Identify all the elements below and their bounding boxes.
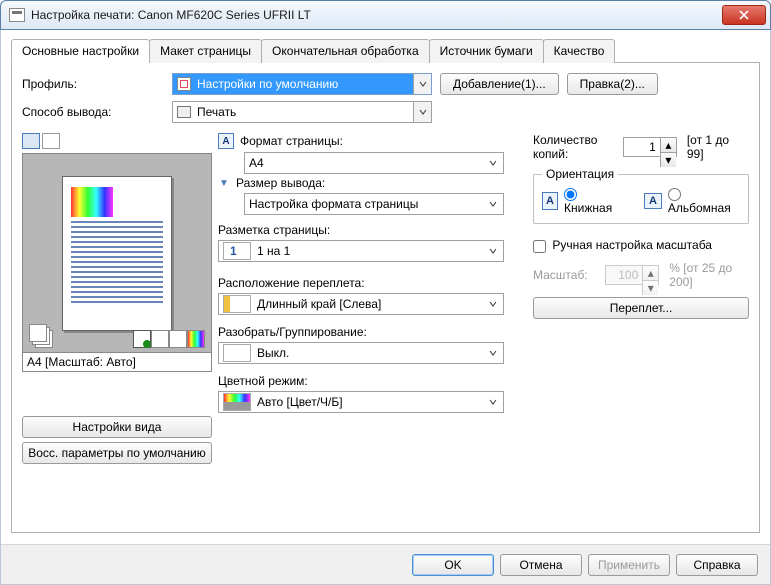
edit-profile-button[interactable]: Правка(2)... <box>567 73 658 95</box>
scale-range: % [от 25 до 200] <box>669 261 749 289</box>
chevron-down-icon <box>485 196 501 212</box>
page-size-combo[interactable]: A4 <box>244 152 504 174</box>
spin-up-icon: ▴ <box>642 266 658 281</box>
spin-up-icon[interactable]: ▴ <box>660 138 676 153</box>
tab-paper-source[interactable]: Источник бумаги <box>429 39 544 63</box>
restore-defaults-button[interactable]: Восс. параметры по умолчанию <box>22 442 212 464</box>
profile-icon <box>177 77 191 91</box>
orientation-legend: Ориентация <box>542 167 618 181</box>
color-mode-label: Цветной режим: <box>218 374 515 388</box>
chevron-down-icon <box>485 155 501 171</box>
printer-icon <box>9 8 25 22</box>
collate-label: Разобрать/Группирование: <box>218 325 515 339</box>
page-layout-combo[interactable]: 1 на 1 <box>218 240 504 262</box>
printer-icon <box>177 106 191 118</box>
profile-label: Профиль: <box>22 77 172 91</box>
profile-combo[interactable]: Настройки по умолчанию <box>172 73 432 95</box>
color-mode-icon[interactable] <box>187 330 205 348</box>
page-size-icon <box>218 133 234 149</box>
output-size-combo[interactable]: Настройка формата страницы <box>244 193 504 215</box>
binding-location-combo[interactable]: Длинный край [Слева] <box>218 293 504 315</box>
chevron-down-icon <box>413 102 431 122</box>
output-size-label: Размер вывода: <box>236 176 325 190</box>
apply-button: Применить <box>588 554 670 576</box>
layout-icon <box>223 242 251 260</box>
tab-finishing[interactable]: Окончательная обработка <box>261 39 430 63</box>
output-method-value: Печать <box>197 105 236 119</box>
tab-quality[interactable]: Качество <box>543 39 616 63</box>
chevron-down-icon <box>413 74 431 94</box>
color-icon <box>223 393 251 411</box>
page-layout-label: Разметка страницы: <box>218 223 515 237</box>
binding-icon <box>223 295 251 313</box>
gray-mode-icon[interactable] <box>151 330 169 348</box>
view-settings-button[interactable]: Настройки вида <box>22 416 212 438</box>
close-button[interactable] <box>722 5 766 25</box>
output-method-combo[interactable]: Печать <box>172 101 432 123</box>
scale-input <box>606 266 642 284</box>
help-button[interactable]: Справка <box>676 554 758 576</box>
arrow-down-icon: ▼ <box>218 178 230 189</box>
chevron-down-icon <box>485 243 501 259</box>
chevron-down-icon <box>485 296 501 312</box>
page-size-label: Формат страницы: <box>240 134 343 148</box>
orientation-group: Ориентация A Книжная A Альбомная <box>533 167 749 224</box>
binding-location-label: Расположение переплета: <box>218 276 515 290</box>
dialog-footer: OK Отмена Применить Справка <box>1 544 770 584</box>
ok-button[interactable]: OK <box>412 554 494 576</box>
page-preview <box>22 153 212 353</box>
scale-label: Масштаб: <box>533 268 595 282</box>
profile-value: Настройки по умолчанию <box>197 77 338 91</box>
landscape-radio[interactable]: Альбомная <box>668 187 740 215</box>
collate-icon <box>223 344 251 362</box>
color-mode-combo[interactable]: Авто [Цвет/Ч/Б] <box>218 391 504 413</box>
light-mode-icon[interactable] <box>169 330 187 348</box>
preview-mode-2[interactable] <box>42 133 60 149</box>
collate-combo[interactable]: Выкл. <box>218 342 504 364</box>
scale-spinner: ▴▾ <box>605 265 659 285</box>
chevron-down-icon <box>485 394 501 410</box>
landscape-icon: A <box>644 193 662 209</box>
spin-down-icon: ▾ <box>642 281 658 295</box>
preview-mode-1[interactable] <box>22 133 40 149</box>
copies-spinner[interactable]: ▴▾ <box>623 137 677 157</box>
manual-scale-checkbox[interactable]: Ручная настройка масштаба <box>533 238 712 252</box>
titlebar: Настройка печати: Canon MF620C Series UF… <box>0 0 771 30</box>
window-title: Настройка печати: Canon MF620C Series UF… <box>31 8 311 22</box>
copies-label: Количество копий: <box>533 133 613 161</box>
add-profile-button[interactable]: Добавление(1)... <box>440 73 559 95</box>
portrait-icon: A <box>542 192 558 210</box>
copies-input[interactable] <box>624 138 660 156</box>
output-method-label: Способ вывода: <box>22 105 172 119</box>
spin-down-icon[interactable]: ▾ <box>660 153 676 167</box>
chevron-down-icon <box>485 345 501 361</box>
tab-basic[interactable]: Основные настройки <box>11 39 150 63</box>
tab-layout[interactable]: Макет страницы <box>149 39 262 63</box>
bw-mode-icon[interactable] <box>133 330 151 348</box>
portrait-radio[interactable]: Книжная <box>564 187 623 215</box>
stack-icon <box>29 324 55 348</box>
preview-caption: A4 [Масштаб: Авто] <box>22 353 212 372</box>
cancel-button[interactable]: Отмена <box>500 554 582 576</box>
binding-button[interactable]: Переплет... <box>533 297 749 319</box>
copies-range: [от 1 до 99] <box>687 133 749 161</box>
tab-bar: Основные настройки Макет страницы Оконча… <box>11 38 760 63</box>
